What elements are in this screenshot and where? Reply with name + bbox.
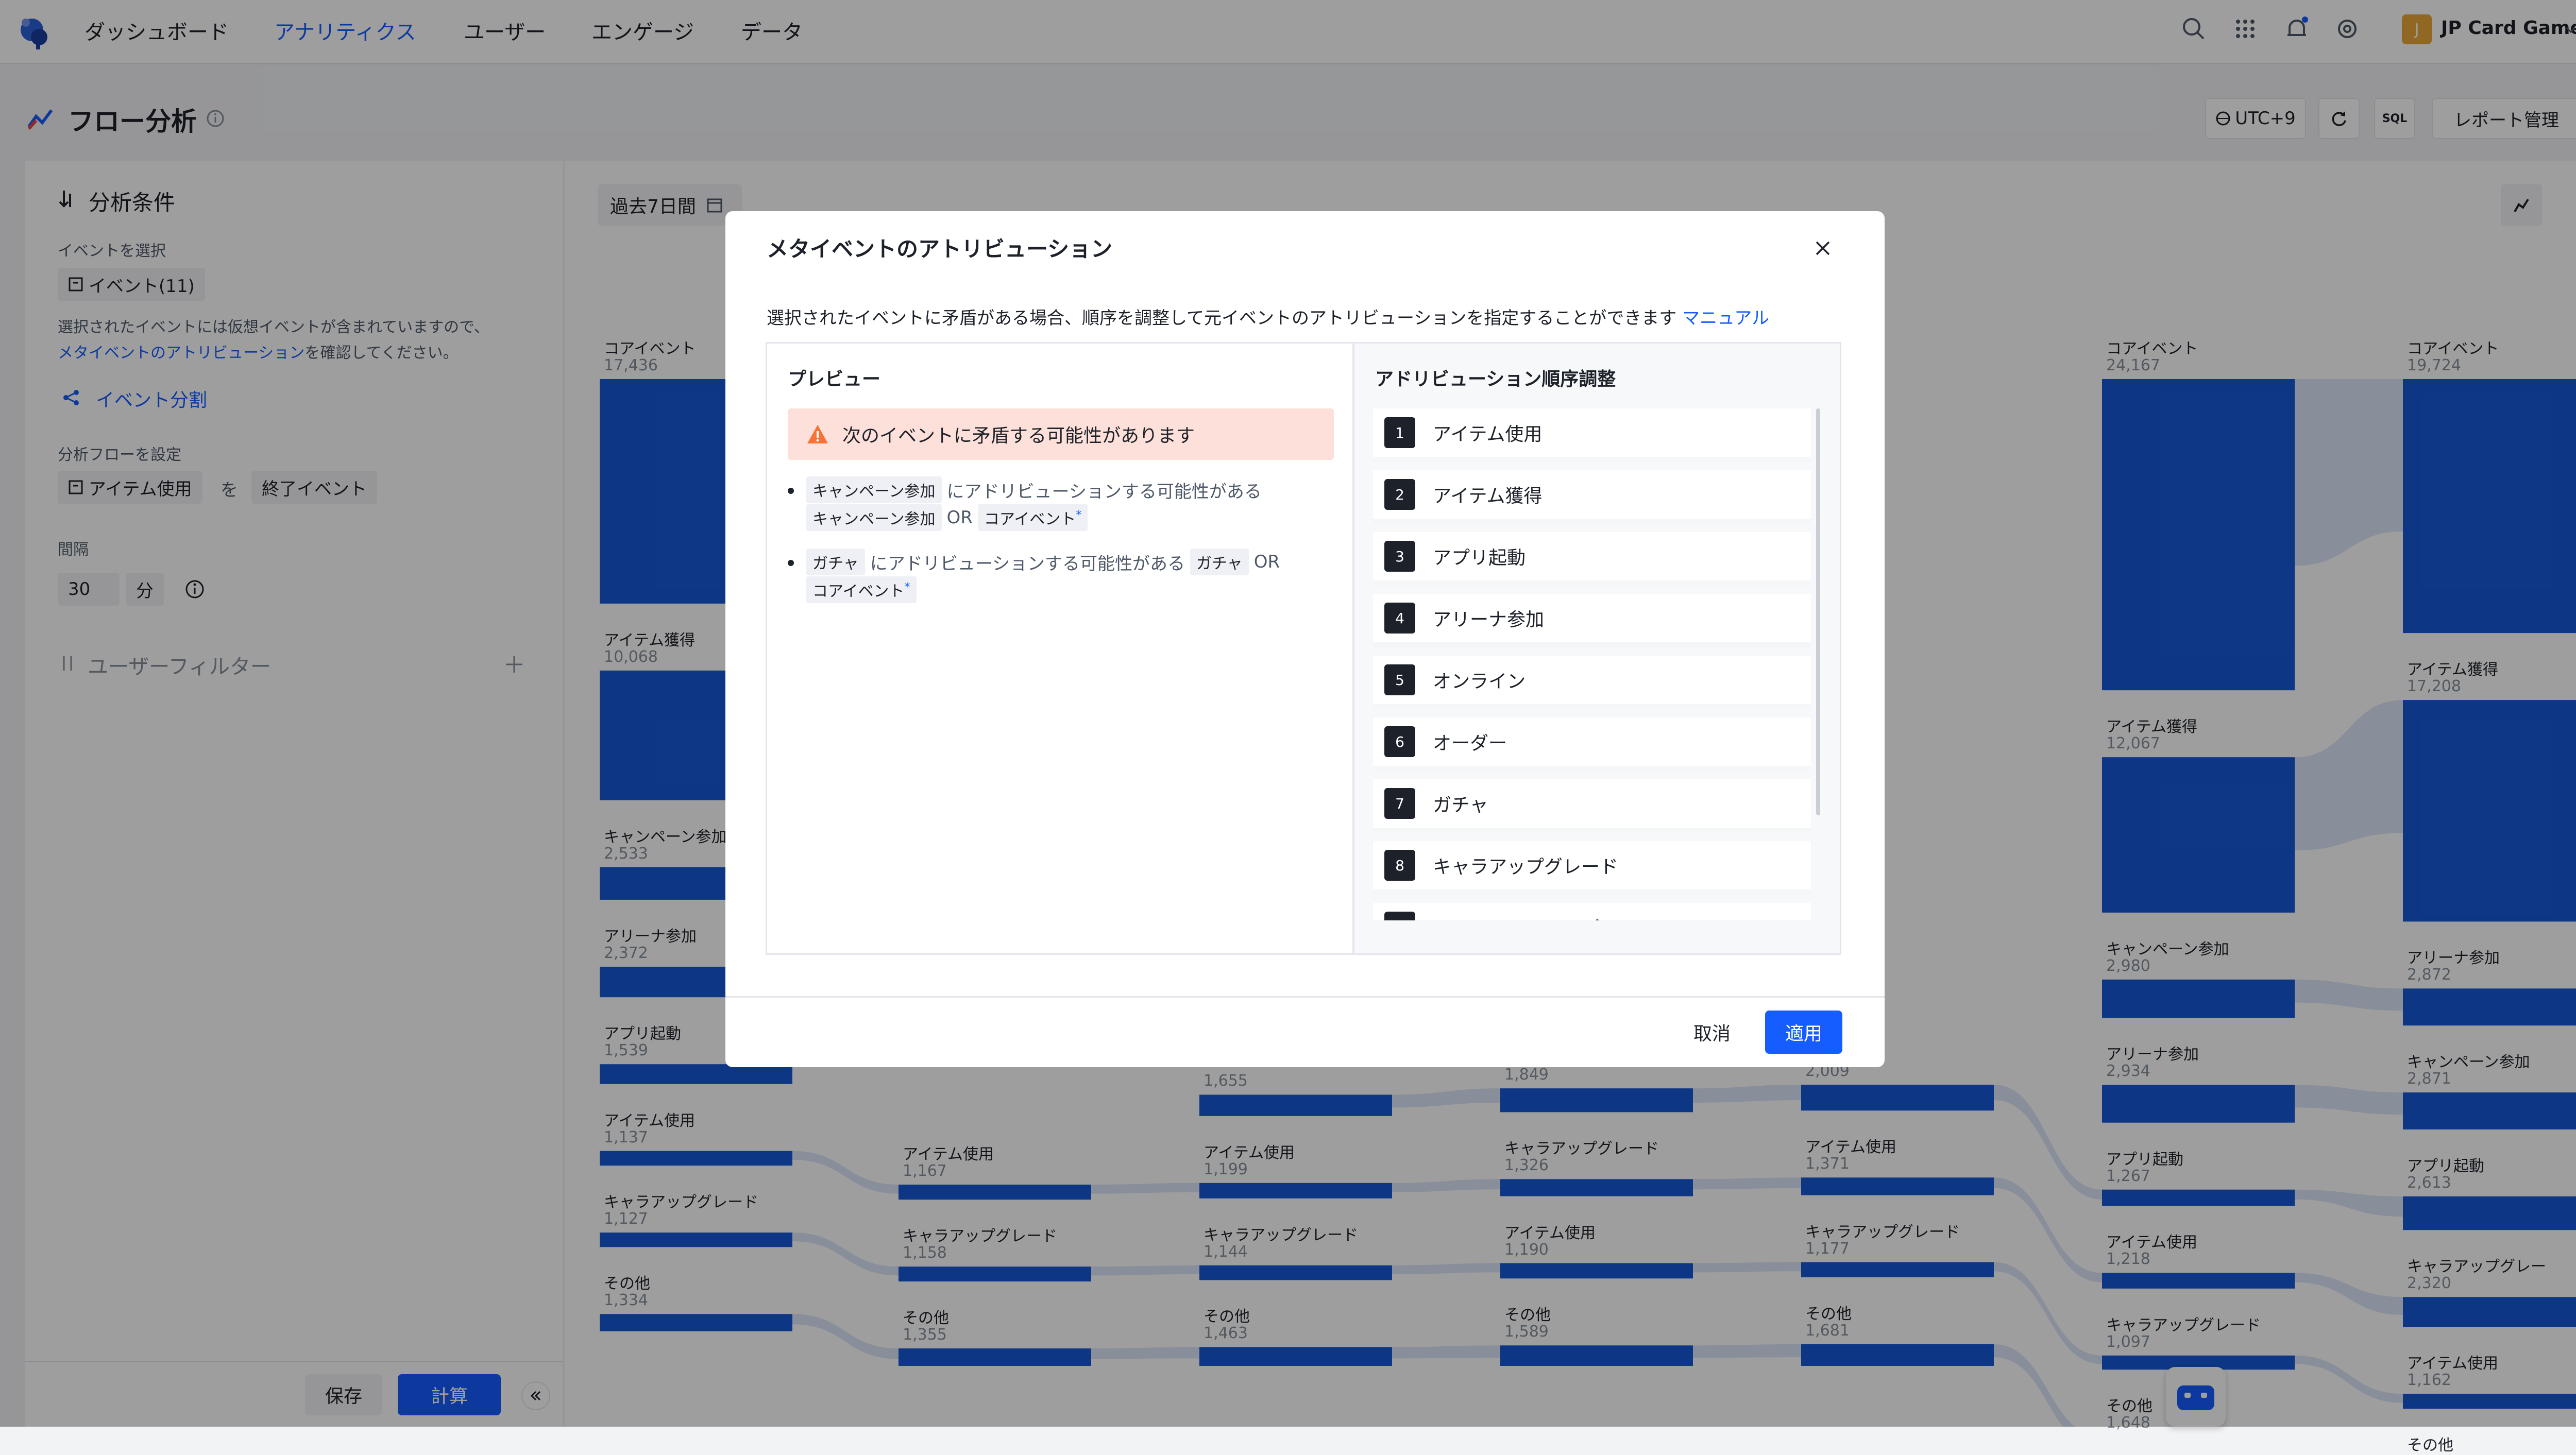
- order-item-label: アイテム使用: [1433, 424, 1543, 445]
- order-item-label: キャラアップグレード: [1433, 857, 1619, 878]
- order-item[interactable]: 4 アリーナ参加: [1373, 594, 1811, 647]
- meta-event-attribution-modal: メタイベントのアトリビューション 選択されたイベントに矛盾がある場合、順序を調整…: [725, 211, 1885, 1067]
- order-item[interactable]: 5 オンライン: [1373, 656, 1811, 709]
- order-number-badge: 3: [1384, 541, 1415, 572]
- warning-icon: [807, 425, 828, 443]
- order-number-badge: 1: [1384, 417, 1415, 448]
- order-item[interactable]: 2 アイテム獲得: [1373, 470, 1811, 524]
- order-item[interactable]: 8 キャラアップグレード: [1373, 841, 1811, 895]
- modal-divider: [725, 996, 1885, 998]
- cancel-button[interactable]: 取消: [1679, 1011, 1745, 1054]
- order-item-label: アリーナ参加: [1433, 609, 1545, 630]
- order-item[interactable]: 7 ガチャ: [1373, 779, 1811, 833]
- conflict-item-options: キャンペーン参加 OR コアイベント*: [806, 504, 1093, 531]
- order-item-label: オンライン: [1433, 671, 1526, 692]
- preview-title: プレビュー: [788, 369, 881, 390]
- order-number-badge: 9: [1384, 912, 1415, 920]
- order-item-label: アイテム獲得: [1433, 486, 1543, 507]
- order-item[interactable]: 3 アプリ起動: [1373, 532, 1811, 586]
- order-number-badge: 5: [1384, 664, 1415, 695]
- order-item-label: オーダー: [1433, 733, 1507, 754]
- order-title: アドリビューション順序調整: [1375, 369, 1616, 390]
- order-number-badge: 2: [1384, 479, 1415, 510]
- close-icon[interactable]: [1812, 238, 1833, 259]
- conflict-warning: 次のイベントに矛盾する可能性があります: [788, 408, 1334, 460]
- order-list: 1 アイテム使用 2 アイテム獲得 3 アプリ起動 4 アリーナ参加 5 オンライン 6 オーダー 7 ガ…: [1354, 405, 1839, 920]
- order-item-label: アプリ起動: [1433, 547, 1526, 569]
- order-item-label: ガチャ: [1433, 795, 1488, 816]
- order-list-scrollbar[interactable]: [1816, 408, 1820, 815]
- order-item-label: キャラレベルアップ: [1433, 914, 1600, 920]
- conflict-item: ガチャ にアドリビューションする可能性がある ガチャ OR: [806, 549, 1280, 575]
- order-number-badge: 6: [1384, 726, 1415, 757]
- conflict-item: キャンペーン参加 にアドリビューションする可能性がある: [806, 476, 1262, 503]
- apply-button[interactable]: 適用: [1765, 1011, 1842, 1054]
- conflict-item-options: コアイベント*: [806, 576, 922, 603]
- manual-link[interactable]: マニュアル: [1682, 308, 1769, 329]
- order-item[interactable]: 9 キャラレベルアップ: [1373, 903, 1811, 920]
- order-number-badge: 8: [1384, 850, 1415, 881]
- order-item[interactable]: 1 アイテム使用: [1373, 408, 1811, 462]
- modal-description: 選択されたイベントに矛盾がある場合、順序を調整して元イベントのアトリビューション…: [767, 308, 1770, 329]
- modal-title: メタイベントのアトリビューション: [767, 236, 1113, 262]
- order-number-badge: 7: [1384, 788, 1415, 819]
- order-number-badge: 4: [1384, 603, 1415, 634]
- attribution-order-panel: アドリビューション順序調整 1 アイテム使用 2 アイテム獲得 3 アプリ起動 4 アリーナ参…: [1353, 342, 1841, 955]
- flow-node-label: その他: [2407, 1436, 2453, 1455]
- order-item[interactable]: 6 オーダー: [1373, 717, 1811, 771]
- preview-panel: プレビュー 次のイベントに矛盾する可能性があります キャンペーン参加 にアドリビ…: [766, 342, 1354, 955]
